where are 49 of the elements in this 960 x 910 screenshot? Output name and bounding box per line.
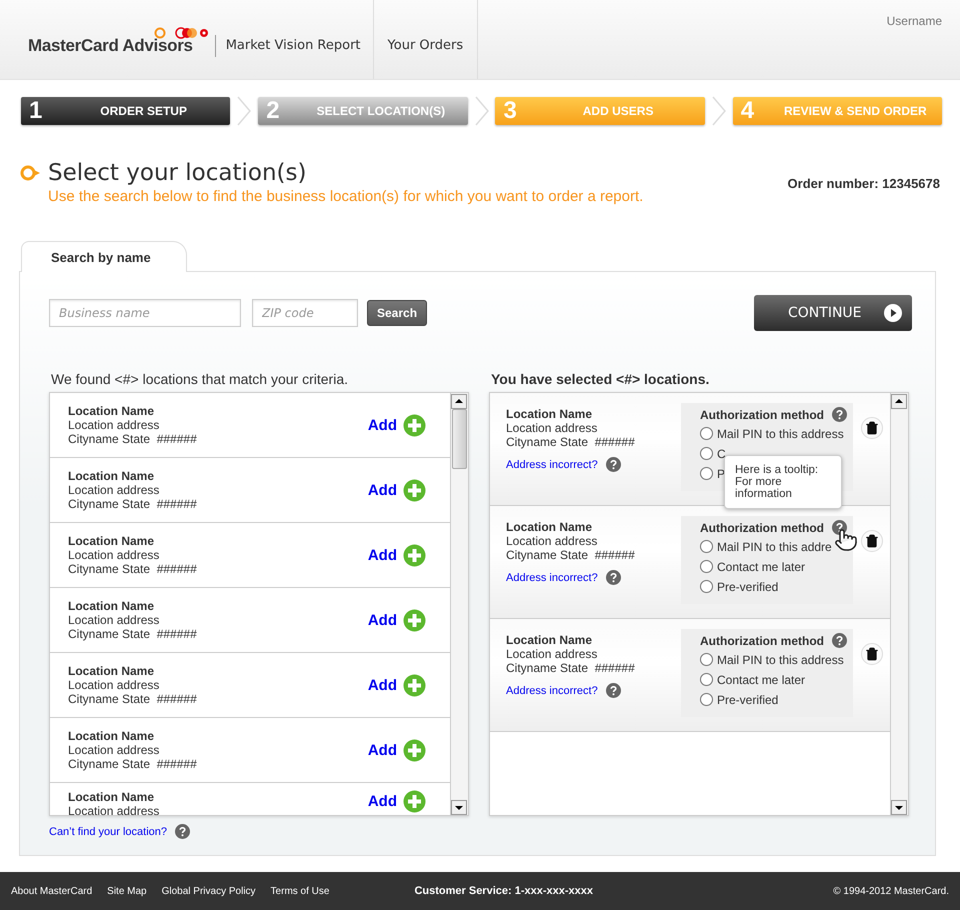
location-city: Cityname State ###### — [68, 432, 197, 446]
location-city: Cityname State ###### — [68, 627, 197, 641]
page-title: Select your location(s) — [48, 160, 306, 186]
step-number: 1 — [29, 97, 44, 125]
location-address: Location address — [68, 613, 160, 627]
page-subtitle: Use the search below to find the business location(s) for which you want to order a report. — [48, 188, 644, 205]
location-name: Location Name — [506, 633, 594, 647]
order-number: Order number: 12345678 — [788, 176, 940, 193]
location-name: Location Name — [68, 664, 156, 678]
location-name: Location Name — [68, 599, 156, 613]
location-city: Cityname State ###### — [506, 548, 636, 562]
location-name: Location Name — [68, 469, 156, 483]
authorization-title: Authorization method — [700, 634, 824, 648]
step-number: 2 — [266, 97, 281, 125]
location-name: Location Name — [506, 407, 594, 421]
product-name: Market Vision Report — [214, 34, 361, 56]
step-label: ADD USERS — [582, 104, 654, 118]
location-address: Location address — [68, 804, 160, 815]
location-address: Location address — [506, 534, 598, 548]
location-address: Location address — [68, 418, 160, 432]
authorization-title: Authorization method — [700, 408, 824, 422]
location-name: Location Name — [506, 520, 594, 534]
location-city: Cityname State ###### — [506, 435, 636, 449]
location-name: Location Name — [68, 404, 156, 418]
customer-service: Customer Service: 1-xxx-xxx-xxxx — [414, 885, 593, 897]
location-city: Cityname State ###### — [68, 757, 197, 771]
location-address: Location address — [68, 548, 160, 562]
location-address: Location address — [506, 647, 598, 661]
location-city: Cityname State ###### — [506, 661, 636, 675]
tooltip: Here is a tooltip: For more information — [724, 455, 842, 509]
step-number: 4 — [740, 97, 756, 125]
location-name: Location Name — [68, 729, 156, 743]
location-name: Location Name — [68, 534, 156, 548]
results-heading: We found <#> locations that match your criteria. — [51, 371, 350, 387]
step-label: SELECT LOCATION(S) — [316, 104, 446, 118]
step-number: 3 — [503, 97, 518, 125]
location-address: Location address — [68, 483, 160, 497]
location-name: Location Name — [68, 790, 156, 804]
authorization-title: Authorization method — [700, 520, 824, 534]
location-city: Cityname State ###### — [68, 692, 197, 706]
location-address: Location address — [68, 678, 160, 692]
location-address: Location address — [68, 743, 160, 757]
step-label: REVIEW & SEND ORDER — [783, 104, 928, 118]
location-address: Location address — [506, 421, 598, 435]
location-city: Cityname State ###### — [68, 497, 197, 511]
step-label: ORDER SETUP — [99, 104, 188, 118]
location-city: Cityname State ###### — [68, 562, 197, 576]
copyright: © 1994-2012 MasterCard. — [833, 886, 949, 896]
selected-heading: You have selected <#> locations. — [491, 371, 710, 387]
